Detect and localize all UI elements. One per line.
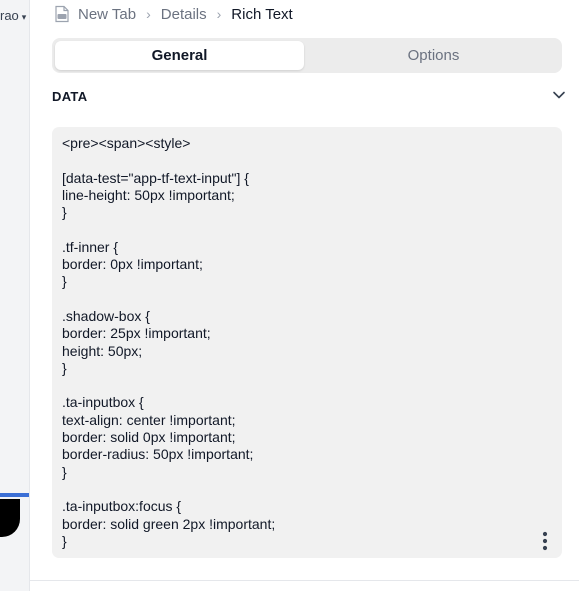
editor-content[interactable]: <pre><span><style> [data-test="app-tf-te… [62,135,275,550]
background-app-strip: rao ▾ [0,0,29,591]
tab-options[interactable]: Options [308,41,559,70]
chevron-down-icon: ▾ [21,12,27,22]
breadcrumb-item-details[interactable]: Details [161,6,207,23]
breadcrumb-separator-icon: › [146,6,151,22]
user-menu[interactable]: rao ▾ [0,8,26,23]
user-name: rao [0,8,19,23]
tab-bar: General Options [52,38,562,73]
breadcrumb-item-rich-text: Rich Text [231,5,293,23]
breadcrumb-separator-icon: › [216,6,222,22]
background-shape [0,499,20,537]
breadcrumb-item-new-tab[interactable]: New Tab [78,6,136,23]
breadcrumb: New Tab › Details › Rich Text [54,4,293,24]
rich-text-editor[interactable]: <pre><span><style> [data-test="app-tf-te… [52,127,562,558]
tab-general[interactable]: General [55,41,304,70]
selection-highlight [0,493,29,497]
properties-panel: New Tab › Details › Rich Text General Op… [29,0,579,591]
section-title: DATA [52,89,88,104]
file-icon [55,5,69,23]
panel-divider [30,580,579,581]
data-section-header[interactable]: DATA [52,86,566,108]
more-vertical-icon[interactable] [542,531,548,551]
chevron-down-icon[interactable] [552,88,566,102]
